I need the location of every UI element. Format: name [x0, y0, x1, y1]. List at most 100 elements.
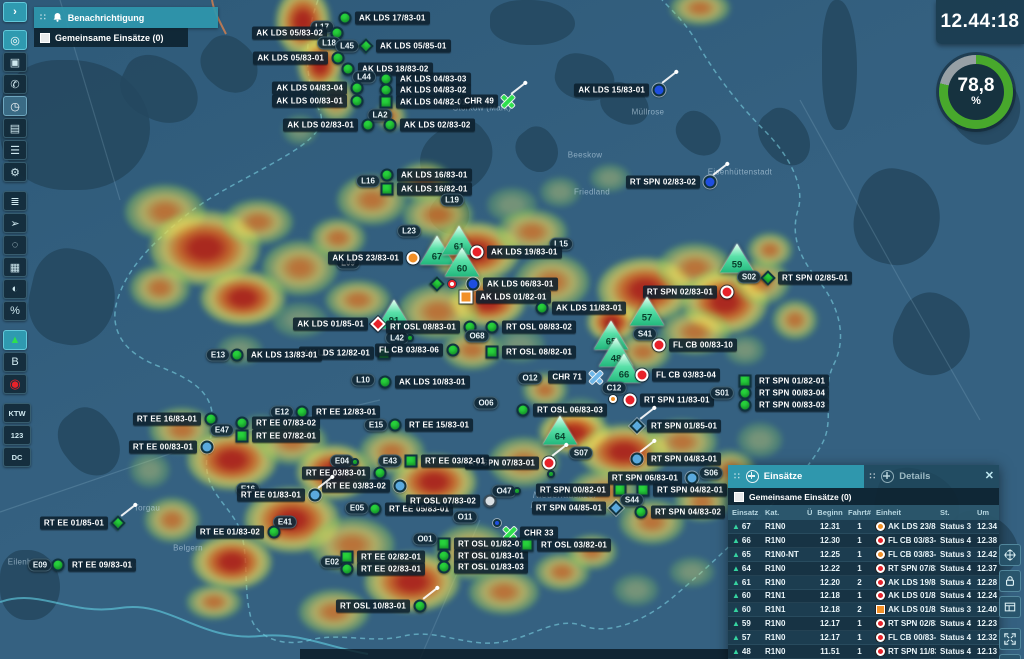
- expand-button[interactable]: ›: [3, 2, 27, 22]
- table-body: ▲67R1N012.311AK LDS 23/83-01Status 312.3…: [728, 520, 999, 659]
- lock-button[interactable]: [999, 570, 1021, 592]
- ktw-badge-button[interactable]: KTW: [3, 403, 31, 423]
- heatmap-blob: [773, 300, 818, 340]
- table-cell: ▲60: [728, 591, 761, 600]
- table-row[interactable]: ▲60R1N112.182AK LDS 01/82-01Status 312.4…: [728, 603, 999, 617]
- unit-circle-icon: [339, 12, 352, 25]
- chr-x-icon: [589, 370, 604, 385]
- radar-button[interactable]: ◎: [3, 30, 27, 50]
- unit-circle-icon: [653, 339, 666, 352]
- status-cell: Status 4: [936, 536, 973, 545]
- unit-circle-icon: [374, 467, 387, 480]
- station-badge-label: O12: [517, 372, 542, 385]
- circle-orange-icon: [876, 550, 885, 559]
- report-button[interactable]: ▤: [3, 118, 27, 138]
- navigation-button[interactable]: ➢: [3, 213, 27, 233]
- table-row[interactable]: ▲60R1N112.181AK LDS 01/83-01Status 412.2…: [728, 590, 999, 604]
- unit-name: RT SPN 11/83-01: [888, 647, 936, 656]
- dispatch-call-button[interactable]: ✆: [3, 74, 27, 94]
- table-row[interactable]: ▲61R1N012.202AK LDS 19/83-01Status 412.2…: [728, 576, 999, 590]
- numeric-badge-button[interactable]: 123: [3, 425, 31, 445]
- triangle-up-icon: ▲: [732, 619, 740, 628]
- column-header[interactable]: Beginn: [813, 508, 843, 517]
- table-cell: 12.32: [973, 633, 999, 642]
- dc-badge-button[interactable]: DC: [3, 447, 31, 467]
- table-row[interactable]: ▲57R1N012.171FL CB 00/83-10Status 412.32: [728, 631, 999, 645]
- tab-details[interactable]: ∷ Details ✕: [864, 465, 1000, 488]
- fullscreen-button[interactable]: [999, 654, 1021, 659]
- column-header[interactable]: Einheit: [872, 508, 936, 517]
- drag-handle-icon[interactable]: ∷: [870, 471, 877, 482]
- status-cell: Status 3: [936, 550, 973, 559]
- table-cell: RT SPN 11/83-01: [872, 647, 936, 656]
- column-header[interactable]: Fahrt#: [843, 508, 872, 517]
- unit-label: RT EE 01/85-01: [40, 517, 108, 530]
- unit-label: RT SPN 04/85-01: [532, 502, 606, 515]
- table-row[interactable]: ▲48R1N011.511RT SPN 11/83-01Status 412.1…: [728, 645, 999, 659]
- record-button[interactable]: ◉: [3, 374, 27, 394]
- column-header[interactable]: Um: [973, 508, 999, 517]
- table-row[interactable]: ▲59R1N012.171RT SPN 02/83-01Status 412.2…: [728, 617, 999, 631]
- table-cell: ▲66: [728, 536, 761, 545]
- unit-label: RT SPN 04/83-02: [651, 506, 725, 519]
- column-header[interactable]: Kat.: [761, 508, 803, 517]
- clock-button[interactable]: ◷: [3, 96, 27, 116]
- layout-button[interactable]: [999, 596, 1021, 618]
- triangle-up-icon: ▲: [732, 591, 740, 600]
- table-cell: ▲57: [728, 633, 761, 642]
- unit-circle-icon: [341, 563, 354, 576]
- unit-label: RT EE 07/82-01: [252, 430, 320, 443]
- center-map-button[interactable]: [999, 544, 1021, 566]
- table-cell: 12.22: [813, 564, 843, 573]
- b-filter-button[interactable]: B: [3, 352, 27, 372]
- percent-button[interactable]: %: [3, 301, 27, 321]
- table-cell: ▲67: [728, 522, 761, 531]
- unit-name: FL CB 03/83-01: [888, 550, 936, 559]
- table-row[interactable]: ▲65R1N0-NT12.251FL CB 03/83-01Status 312…: [728, 548, 999, 562]
- circle-red-icon: [876, 564, 885, 573]
- routes-button[interactable]: ≣: [3, 191, 27, 211]
- table-cell: R1N1: [761, 591, 803, 600]
- unit-circle-icon: [351, 82, 364, 95]
- unit-label: AK LDS 01/85-01: [293, 318, 368, 331]
- forest-patch: [47, 398, 133, 487]
- column-header[interactable]: Ü: [803, 508, 813, 517]
- unit-label: RT SPN 02/83-01: [643, 286, 717, 299]
- table-row[interactable]: ▲67R1N012.311AK LDS 23/83-01Status 312.3…: [728, 520, 999, 534]
- column-header[interactable]: St.: [936, 508, 973, 517]
- unit-name: AK LDS 19/83-01: [888, 578, 936, 587]
- settings-button[interactable]: ⚙: [3, 162, 27, 182]
- forest-patch: [508, 120, 567, 180]
- triangle-filter-button[interactable]: ▲: [3, 330, 27, 350]
- clock-time: 12.44:18: [940, 11, 1019, 33]
- table-cell: R1N0: [761, 536, 803, 545]
- table-row[interactable]: ▲64R1N012.221RT SPN 07/83-01Status 412.3…: [728, 562, 999, 576]
- notification-panel-header[interactable]: ∷ Benachrichtigung: [34, 7, 218, 28]
- expand-view-button[interactable]: [999, 628, 1021, 650]
- column-header[interactable]: Einsatz: [728, 508, 761, 517]
- circle-orange-icon: [876, 522, 885, 531]
- table-cell: 12.20: [813, 578, 843, 587]
- unit-circle-icon: [635, 506, 648, 519]
- table-cell: 2: [843, 605, 872, 614]
- shared-incidents-checkbox[interactable]: [734, 492, 744, 502]
- unit-circle-icon: [624, 394, 637, 407]
- drag-handle-icon[interactable]: ∷: [734, 471, 741, 482]
- drag-handle-icon[interactable]: ∷: [40, 12, 47, 23]
- dispatch-map-app: Storkow (Mark)MüllroseBeeskowFriedlandEi…: [0, 0, 1024, 659]
- unit-label: RT EE 01/83-02: [196, 526, 264, 539]
- tab-einsaetze[interactable]: ∷ Einsätze: [728, 465, 864, 488]
- map-button[interactable]: ▦: [3, 257, 27, 277]
- list-button[interactable]: ☰: [3, 140, 27, 160]
- radius-button[interactable]: ◌: [3, 235, 27, 255]
- close-icon[interactable]: ✕: [985, 469, 994, 482]
- status-cell: Status 4: [936, 633, 973, 642]
- status-cell: Status 3: [936, 522, 973, 531]
- table-cell: 1: [843, 591, 872, 600]
- ambulance-button[interactable]: ▣: [3, 52, 27, 72]
- globe-button[interactable]: ◐: [3, 279, 27, 299]
- shared-incidents-checkbox[interactable]: [40, 33, 50, 43]
- table-row[interactable]: ▲66R1N012.301FL CB 03/83-04Status 412.38: [728, 534, 999, 548]
- table-cell: RT SPN 02/83-01: [872, 619, 936, 628]
- table-cell: 12.13: [973, 647, 999, 656]
